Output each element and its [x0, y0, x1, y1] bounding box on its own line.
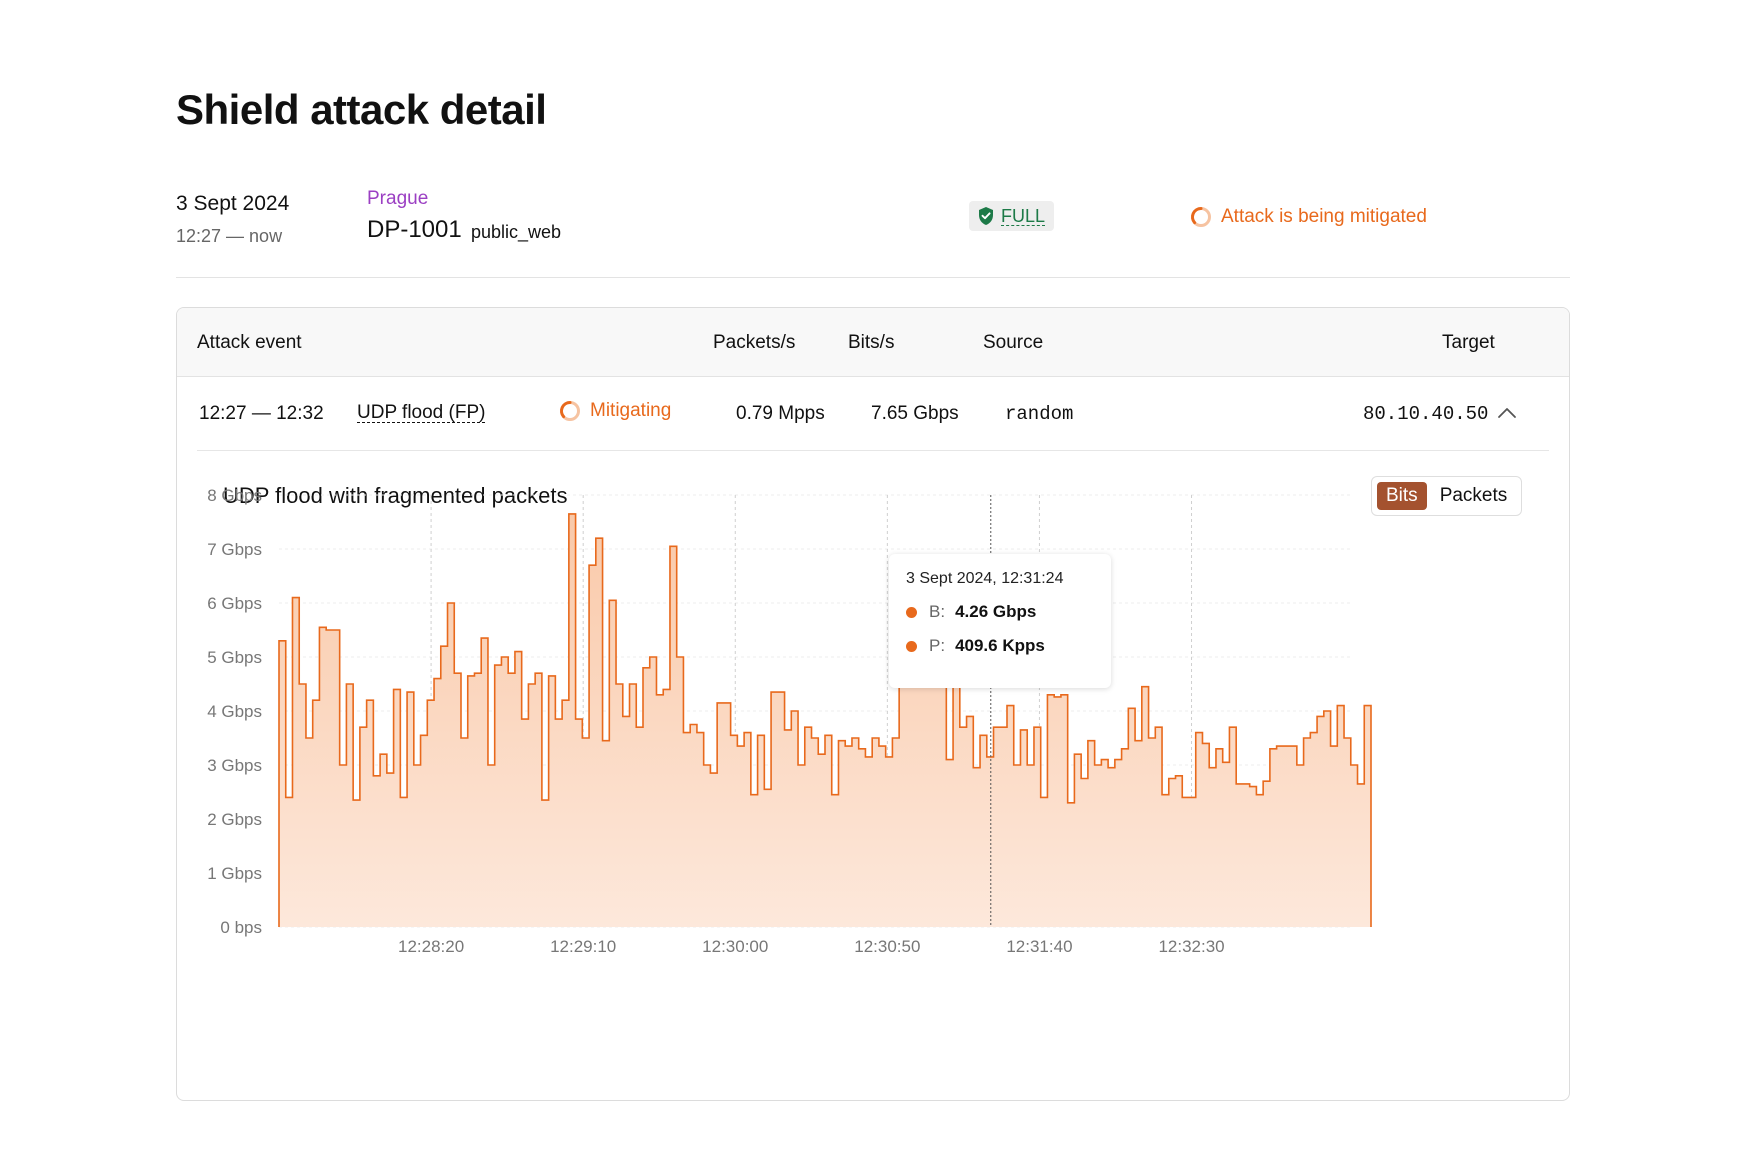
- attack-time-range: 12:27 — now: [176, 226, 283, 246]
- mitigation-status: Attack is being mitigated: [1190, 206, 1427, 228]
- x-tick-label: 12:29:10: [550, 937, 616, 956]
- attack-summary: 3 Sept 2024 12:27 — now Prague DP-1001 p…: [176, 180, 1570, 278]
- protection-level-badge[interactable]: FULL: [969, 201, 1055, 231]
- y-tick-label: 7 Gbps: [207, 540, 262, 559]
- tooltip-bits-value: 4.26 Gbps: [955, 602, 1037, 621]
- y-tick-label: 1 Gbps: [207, 864, 262, 883]
- y-tick-label: 8 Gbps: [207, 486, 262, 505]
- x-tick-label: 12:31:40: [1006, 937, 1072, 956]
- mitigation-status-text: Attack is being mitigated: [1221, 206, 1427, 227]
- chart-tooltip: 3 Sept 2024, 12:31:24 B: 4.26 Gbps P: 40…: [889, 554, 1111, 688]
- page-title: Shield attack detail: [176, 86, 547, 133]
- location-label: Prague: [367, 188, 429, 209]
- x-tick-label: 12:30:50: [854, 937, 920, 956]
- packets-dot-icon: [906, 640, 917, 652]
- attack-events-card: Attack event Packets/s Bits/s Source Tar…: [176, 307, 1570, 1101]
- x-tick-label: 12:30:00: [702, 937, 768, 956]
- x-tick-label: 12:28:20: [398, 937, 464, 956]
- y-tick-label: 2 Gbps: [207, 810, 262, 829]
- y-tick-label: 5 Gbps: [207, 648, 262, 667]
- tooltip-packets-label: P:: [929, 636, 946, 655]
- tooltip-bits-row: B: 4.26 Gbps: [906, 602, 1094, 622]
- tooltip-packets-value: 409.6 Kpps: [955, 636, 1045, 655]
- tooltip-time: 3 Sept 2024, 12:31:24: [906, 570, 1064, 587]
- policy-name: public_web: [471, 222, 562, 242]
- bits-area-fill: [279, 513, 1371, 927]
- shield-check-icon: [979, 207, 993, 225]
- tooltip-packets-row: P: 409.6 Kpps: [906, 636, 1094, 656]
- bits-dot-icon: [906, 606, 917, 618]
- y-tick-label: 0 bps: [220, 918, 262, 937]
- tooltip-bits-label: B:: [929, 602, 946, 621]
- protection-level-label: FULL: [1001, 205, 1046, 226]
- spinner-icon: [1191, 207, 1211, 227]
- attack-date: 3 Sept 2024: [176, 192, 290, 215]
- traffic-chart[interactable]: 0 bps 1 Gbps 2 Gbps 3 Gbps 4 Gbps 5 Gbps 6 Gbp…: [177, 308, 1570, 1101]
- y-tick-label: 3 Gbps: [207, 756, 262, 775]
- policy-id: DP-1001: [367, 216, 462, 243]
- y-tick-label: 4 Gbps: [207, 702, 262, 721]
- y-tick-label: 6 Gbps: [207, 594, 262, 613]
- x-tick-label: 12:32:30: [1158, 937, 1224, 956]
